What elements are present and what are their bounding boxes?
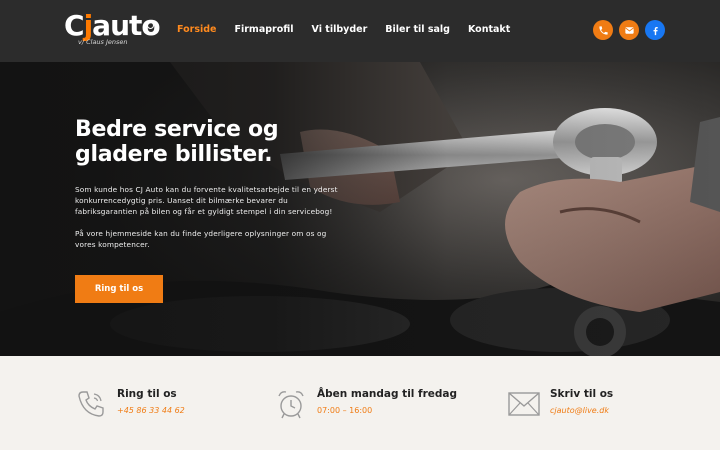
hero-description: Som kunde hos CJ Auto kan du forvente kv… [75, 184, 343, 250]
info-hours-title: Åben mandag til fredag [317, 388, 458, 400]
nav-item-kontakt[interactable]: Kontakt [468, 24, 510, 35]
info-hours-value: 07:00 – 16:00 [317, 406, 373, 415]
call-us-button[interactable]: Ring til os [75, 275, 163, 303]
phone-icon [598, 25, 608, 35]
phone-outline-icon [78, 391, 104, 417]
nav-item-biler-til-salg[interactable]: Biler til salg [385, 24, 450, 35]
page: Cjauto v/ Claus Jensen Forside Firmaprof… [0, 0, 720, 450]
info-mail-address[interactable]: cjauto@live.dk [550, 406, 609, 415]
social-links [593, 20, 665, 40]
mail-button[interactable] [619, 20, 639, 40]
phone-button[interactable] [593, 20, 613, 40]
hero-section: Bedre service og gladere billister. Som … [0, 62, 720, 356]
hero-paragraph: Som kunde hos CJ Auto kan du forvente kv… [75, 185, 338, 216]
logo-tagline: v/ Claus Jensen [78, 38, 128, 46]
nav-item-forside[interactable]: Forside [177, 24, 216, 35]
info-mail-title: Skriv til os [550, 388, 614, 400]
hero-title: Bedre service og gladere billister. [75, 117, 279, 167]
envelope-icon [508, 392, 540, 416]
main-nav: Forside Firmaprofil Vi tilbyder Biler ti… [177, 24, 510, 35]
info-phone-number[interactable]: +45 86 33 44 62 [117, 406, 185, 415]
nav-item-vi-tilbyder[interactable]: Vi tilbyder [312, 24, 368, 35]
contact-info-bar: Ring til os +45 86 33 44 62 Åben mandag … [0, 356, 720, 450]
site-header: Cjauto v/ Claus Jensen Forside Firmaprof… [0, 0, 720, 62]
logo[interactable]: Cjauto v/ Claus Jensen [64, 9, 161, 49]
info-phone-title: Ring til os [117, 388, 177, 400]
registered-mark-icon [147, 22, 154, 29]
facebook-button[interactable] [645, 20, 665, 40]
nav-item-firmaprofil[interactable]: Firmaprofil [234, 24, 293, 35]
hero-paragraph: På vore hjemmeside kan du finde yderlige… [75, 229, 327, 249]
mail-icon [624, 26, 634, 34]
alarm-clock-icon [278, 391, 304, 419]
facebook-icon [653, 26, 658, 35]
